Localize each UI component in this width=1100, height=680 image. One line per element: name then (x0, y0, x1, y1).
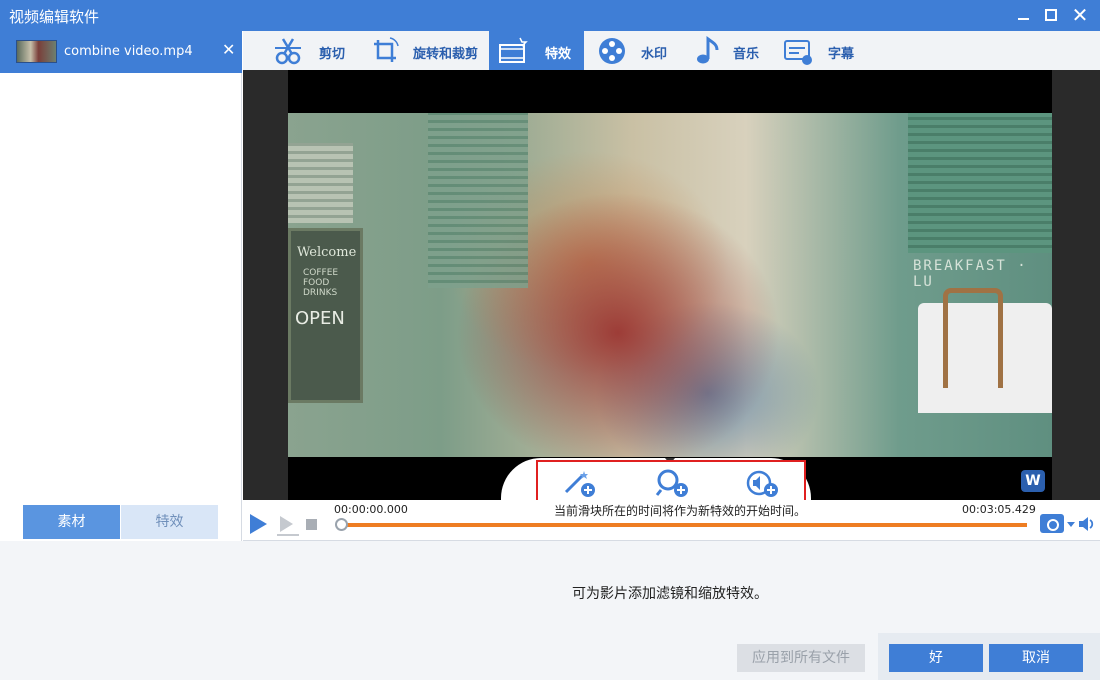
audio-add-icon[interactable] (745, 468, 779, 498)
play-step-icon (280, 516, 293, 532)
tool-effects[interactable]: 特效 (489, 31, 584, 70)
video-preview: Welcome COFFEE FOOD DRINKS OPEN BREAKFAS… (288, 70, 1052, 500)
close-window-button[interactable]: ✕ (1068, 3, 1092, 27)
tab-effects[interactable]: 特效 (121, 505, 218, 539)
apply-to-all-button[interactable]: 应用到所有文件 (737, 644, 865, 672)
tool-watermark[interactable]: 水印 (597, 31, 677, 70)
tool-cut[interactable]: 剪切 (273, 31, 353, 70)
tool-label: 水印 (641, 47, 668, 62)
window-title: 视频编辑软件 (9, 8, 100, 26)
tool-subtitle[interactable]: 字幕 (783, 31, 863, 70)
file-list-panel: combine video.mp4 ✕ 素材 特效 (0, 31, 242, 541)
maximize-button[interactable] (1039, 3, 1063, 27)
tool-music[interactable]: 音乐 (693, 31, 773, 70)
maximize-icon (1045, 9, 1057, 21)
magic-wand-add-icon[interactable] (562, 468, 596, 498)
preview-area: Welcome COFFEE FOOD DRINKS OPEN BREAKFAS… (243, 70, 1100, 504)
tool-label: 字幕 (828, 47, 855, 62)
tool-label: 音乐 (733, 47, 760, 62)
volume-icon[interactable] (1078, 515, 1096, 533)
welcome-sign: Welcome COFFEE FOOD DRINKS OPEN (288, 228, 363, 403)
remove-file-icon[interactable]: ✕ (222, 40, 235, 59)
timeline-bar: 00:00:00.000 当前滑块所在的时间将作为新特效的开始时间。 00:03… (243, 500, 1100, 541)
music-note-icon (697, 36, 719, 64)
chevron-down-icon[interactable] (1067, 522, 1075, 527)
effects-description: 可为影片添加滤镜和缩放特效。 (572, 586, 768, 602)
minimize-icon (1018, 18, 1029, 20)
edit-toolbar: 剪切 旋转和裁剪 特效 水印 音乐 字幕 (243, 31, 1100, 70)
cancel-button[interactable]: 取消 (989, 644, 1083, 672)
timeline-track[interactable] (341, 523, 1027, 527)
video-frame: Welcome COFFEE FOOD DRINKS OPEN BREAKFAS… (288, 113, 1052, 457)
close-icon: ✕ (1071, 3, 1089, 27)
play-step-button[interactable] (277, 515, 299, 536)
watermark-logo: W (1021, 470, 1045, 492)
title-bar: 视频编辑软件 ✕ (0, 0, 1100, 31)
timeline-slider-handle[interactable] (335, 518, 348, 531)
tool-label: 特效 (545, 47, 572, 62)
subtitle-icon (784, 40, 812, 65)
play-button[interactable] (250, 514, 267, 534)
tool-label: 旋转和裁剪 (413, 47, 479, 62)
zoom-add-icon[interactable] (655, 468, 689, 498)
ok-button[interactable]: 好 (889, 644, 983, 672)
rotate-crop-icon (374, 37, 399, 62)
file-list-item[interactable]: combine video.mp4 ✕ (0, 31, 242, 73)
bottom-panel: 可为影片添加滤镜和缩放特效。 应用到所有文件 好 取消 (0, 541, 1100, 680)
film-effects-icon (499, 37, 528, 63)
tool-label: 剪切 (319, 47, 346, 62)
stop-button[interactable] (306, 519, 317, 530)
timeline-hint: 当前滑块所在的时间将作为新特效的开始时间。 (554, 504, 807, 518)
left-tabs: 素材 特效 (23, 505, 219, 539)
tab-material[interactable]: 素材 (23, 505, 120, 539)
minimize-button[interactable] (1012, 3, 1036, 27)
file-name: combine video.mp4 (64, 44, 193, 59)
tool-rotate-crop[interactable]: 旋转和裁剪 (370, 31, 480, 70)
dialog-footer: 好 取消 (878, 633, 1100, 680)
snapshot-camera-icon[interactable] (1040, 514, 1064, 533)
add-effect-group (536, 460, 806, 504)
video-thumbnail (16, 40, 57, 63)
watermark-icon (599, 38, 625, 64)
end-time: 00:03:05.429 (962, 503, 1036, 516)
start-time: 00:00:00.000 (334, 503, 408, 516)
scissors-icon (275, 38, 301, 65)
